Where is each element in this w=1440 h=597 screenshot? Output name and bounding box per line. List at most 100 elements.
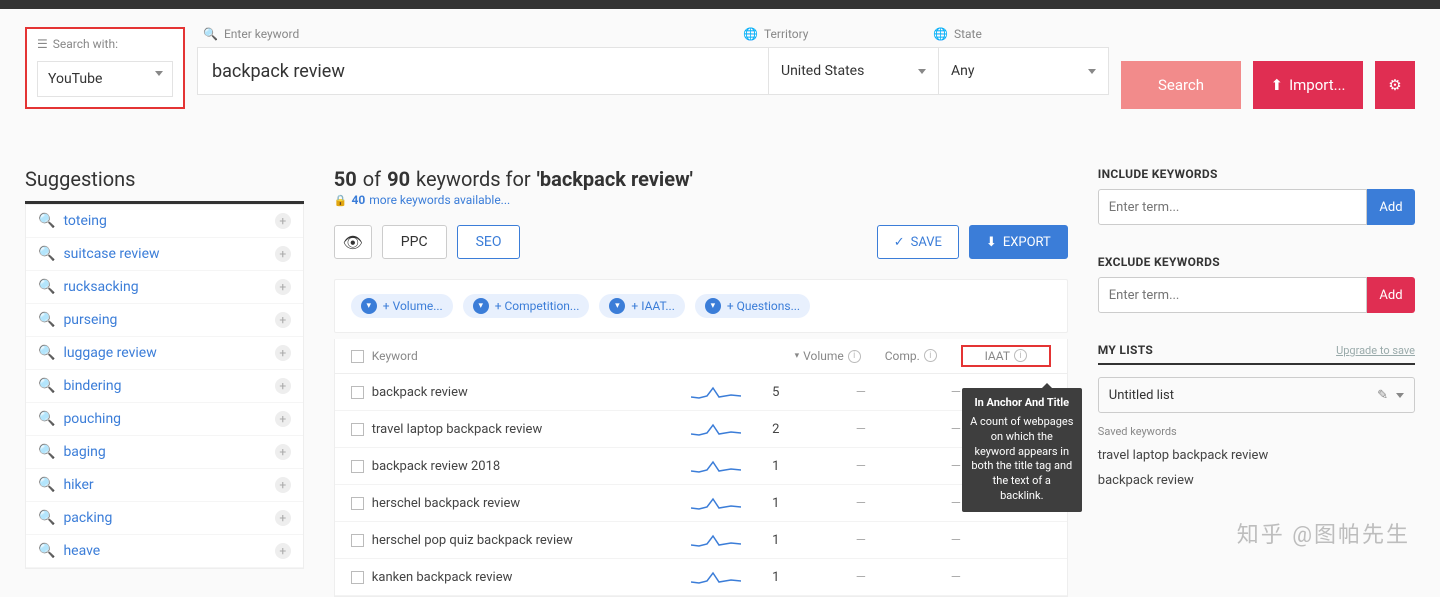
suggestion-item[interactable]: 🔍purseing+ bbox=[26, 304, 303, 337]
info-icon[interactable]: i bbox=[1014, 349, 1027, 362]
chip-label: + Competition... bbox=[495, 299, 580, 313]
chevron-down-icon bbox=[918, 69, 926, 74]
volume-cell: 1 bbox=[741, 570, 811, 585]
keyword-input[interactable] bbox=[197, 47, 769, 95]
saved-keywords-label: Saved keywords bbox=[1098, 425, 1415, 438]
filter-chip[interactable]: ▾+ IAAT... bbox=[599, 294, 684, 318]
search-with-label: ☰ Search with: bbox=[37, 37, 173, 51]
gear-icon: ⚙ bbox=[1388, 76, 1401, 94]
info-icon[interactable]: i bbox=[924, 349, 937, 362]
sparkline bbox=[691, 567, 741, 587]
search-button[interactable]: Search bbox=[1121, 61, 1241, 109]
add-suggestion-button[interactable]: + bbox=[275, 246, 291, 262]
table-row: travel laptop backpack review2—— bbox=[335, 411, 1067, 448]
filter-chip[interactable]: ▾+ Questions... bbox=[695, 294, 810, 318]
keyword-cell[interactable]: herschel backpack review bbox=[372, 496, 520, 511]
suggestion-text: luggage review bbox=[63, 345, 156, 361]
comp-cell: — bbox=[811, 459, 911, 474]
add-suggestion-button[interactable]: + bbox=[275, 543, 291, 559]
filter-chip[interactable]: ▾+ Volume... bbox=[351, 294, 453, 318]
tooltip-title: In Anchor And Title bbox=[970, 396, 1074, 411]
volume-cell: 1 bbox=[741, 533, 811, 548]
add-suggestion-button[interactable]: + bbox=[275, 378, 291, 394]
list-select[interactable]: Untitled list ✎ bbox=[1098, 377, 1415, 413]
tab-ppc[interactable]: PPC bbox=[382, 225, 447, 259]
row-checkbox[interactable] bbox=[351, 460, 364, 473]
suggestion-item[interactable]: 🔍heave+ bbox=[26, 535, 303, 568]
keyword-cell[interactable]: backpack review 2018 bbox=[372, 459, 500, 474]
add-suggestion-button[interactable]: + bbox=[275, 345, 291, 361]
keyword-cell[interactable]: travel laptop backpack review bbox=[372, 422, 542, 437]
settings-button[interactable]: ⚙ bbox=[1375, 61, 1415, 109]
row-checkbox[interactable] bbox=[351, 534, 364, 547]
table-row: herschel backpack review1—— bbox=[335, 485, 1067, 522]
territory-value: United States bbox=[781, 63, 864, 79]
row-checkbox[interactable] bbox=[351, 497, 364, 510]
suggestion-text: toteing bbox=[63, 213, 106, 229]
select-all-checkbox[interactable] bbox=[351, 350, 364, 363]
upgrade-link[interactable]: Upgrade to save bbox=[1336, 344, 1415, 357]
state-value: Any bbox=[951, 63, 975, 79]
save-button[interactable]: ✓ SAVE bbox=[877, 225, 959, 259]
sort-icon: ▾ bbox=[795, 351, 800, 361]
suggestions-list: 🔍toteing+🔍suitcase review+🔍rucksacking+🔍… bbox=[25, 204, 304, 569]
column-volume[interactable]: Volume bbox=[803, 349, 844, 363]
search-icon: 🔍 bbox=[38, 411, 55, 427]
suggestion-item[interactable]: 🔍baging+ bbox=[26, 436, 303, 469]
edit-icon[interactable]: ✎ bbox=[1377, 388, 1388, 403]
tab-seo[interactable]: SEO bbox=[457, 225, 521, 259]
sparkline bbox=[691, 382, 741, 402]
lock-text: more keywords available... bbox=[369, 193, 510, 207]
export-label: EXPORT bbox=[1003, 235, 1051, 250]
keyword-cell[interactable]: kanken backpack review bbox=[372, 570, 513, 585]
saved-keyword-item[interactable]: backpack review bbox=[1098, 473, 1415, 488]
add-suggestion-button[interactable]: + bbox=[275, 312, 291, 328]
add-suggestion-button[interactable]: + bbox=[275, 213, 291, 229]
saved-keyword-item[interactable]: travel laptop backpack review bbox=[1098, 448, 1415, 463]
suggestion-item[interactable]: 🔍suitcase review+ bbox=[26, 238, 303, 271]
add-suggestion-button[interactable]: + bbox=[275, 510, 291, 526]
save-label: SAVE bbox=[911, 235, 942, 250]
territory-select[interactable]: United States bbox=[769, 47, 939, 95]
suggestion-item[interactable]: 🔍bindering+ bbox=[26, 370, 303, 403]
row-checkbox[interactable] bbox=[351, 386, 364, 399]
state-select[interactable]: Any bbox=[939, 47, 1109, 95]
add-suggestion-button[interactable]: + bbox=[275, 279, 291, 295]
info-icon[interactable]: i bbox=[848, 350, 861, 363]
suggestion-item[interactable]: 🔍rucksacking+ bbox=[26, 271, 303, 304]
visibility-toggle[interactable]: 👁 bbox=[334, 225, 372, 259]
import-button[interactable]: ⬆ Import... bbox=[1253, 61, 1363, 109]
keyword-cell[interactable]: backpack review bbox=[372, 385, 468, 400]
suggestion-item[interactable]: 🔍toteing+ bbox=[26, 205, 303, 238]
search-with-select[interactable]: YouTube bbox=[37, 61, 173, 97]
volume-cell: 1 bbox=[741, 496, 811, 511]
column-comp[interactable]: Comp. bbox=[885, 349, 920, 363]
row-checkbox[interactable] bbox=[351, 571, 364, 584]
keyword-cell[interactable]: herschel pop quiz backpack review bbox=[372, 533, 573, 548]
exclude-term-input[interactable] bbox=[1098, 277, 1367, 313]
suggestion-text: hiker bbox=[63, 477, 93, 493]
suggestion-item[interactable]: 🔍pouching+ bbox=[26, 403, 303, 436]
table-row: herschel pop quiz backpack review1—— bbox=[335, 522, 1067, 559]
filter-chip[interactable]: ▾ + Competition... bbox=[463, 294, 590, 318]
suggestion-text: heave bbox=[63, 543, 100, 559]
suggestion-item[interactable]: 🔍luggage review+ bbox=[26, 337, 303, 370]
more-keywords-link[interactable]: 🔒 40 more keywords available... bbox=[334, 193, 1068, 207]
include-term-input[interactable] bbox=[1098, 189, 1367, 225]
keyword-label: Enter keyword bbox=[224, 27, 299, 41]
suggestion-item[interactable]: 🔍hiker+ bbox=[26, 469, 303, 502]
column-keyword[interactable]: Keyword bbox=[372, 349, 418, 363]
add-suggestion-button[interactable]: + bbox=[275, 411, 291, 427]
table-row: kanken backpack review1—— bbox=[335, 559, 1067, 596]
funnel-icon: ▾ bbox=[473, 298, 489, 314]
row-checkbox[interactable] bbox=[351, 423, 364, 436]
suggestion-text: rucksacking bbox=[63, 279, 138, 295]
suggestion-item[interactable]: 🔍packing+ bbox=[26, 502, 303, 535]
add-suggestion-button[interactable]: + bbox=[275, 477, 291, 493]
add-suggestion-button[interactable]: + bbox=[275, 444, 291, 460]
column-iaat[interactable]: IAAT bbox=[985, 349, 1010, 363]
export-button[interactable]: ⬇ EXPORT bbox=[969, 225, 1068, 259]
include-add-button[interactable]: Add bbox=[1367, 189, 1415, 225]
exclude-add-button[interactable]: Add bbox=[1367, 277, 1415, 313]
count-total: 90 bbox=[387, 167, 410, 191]
